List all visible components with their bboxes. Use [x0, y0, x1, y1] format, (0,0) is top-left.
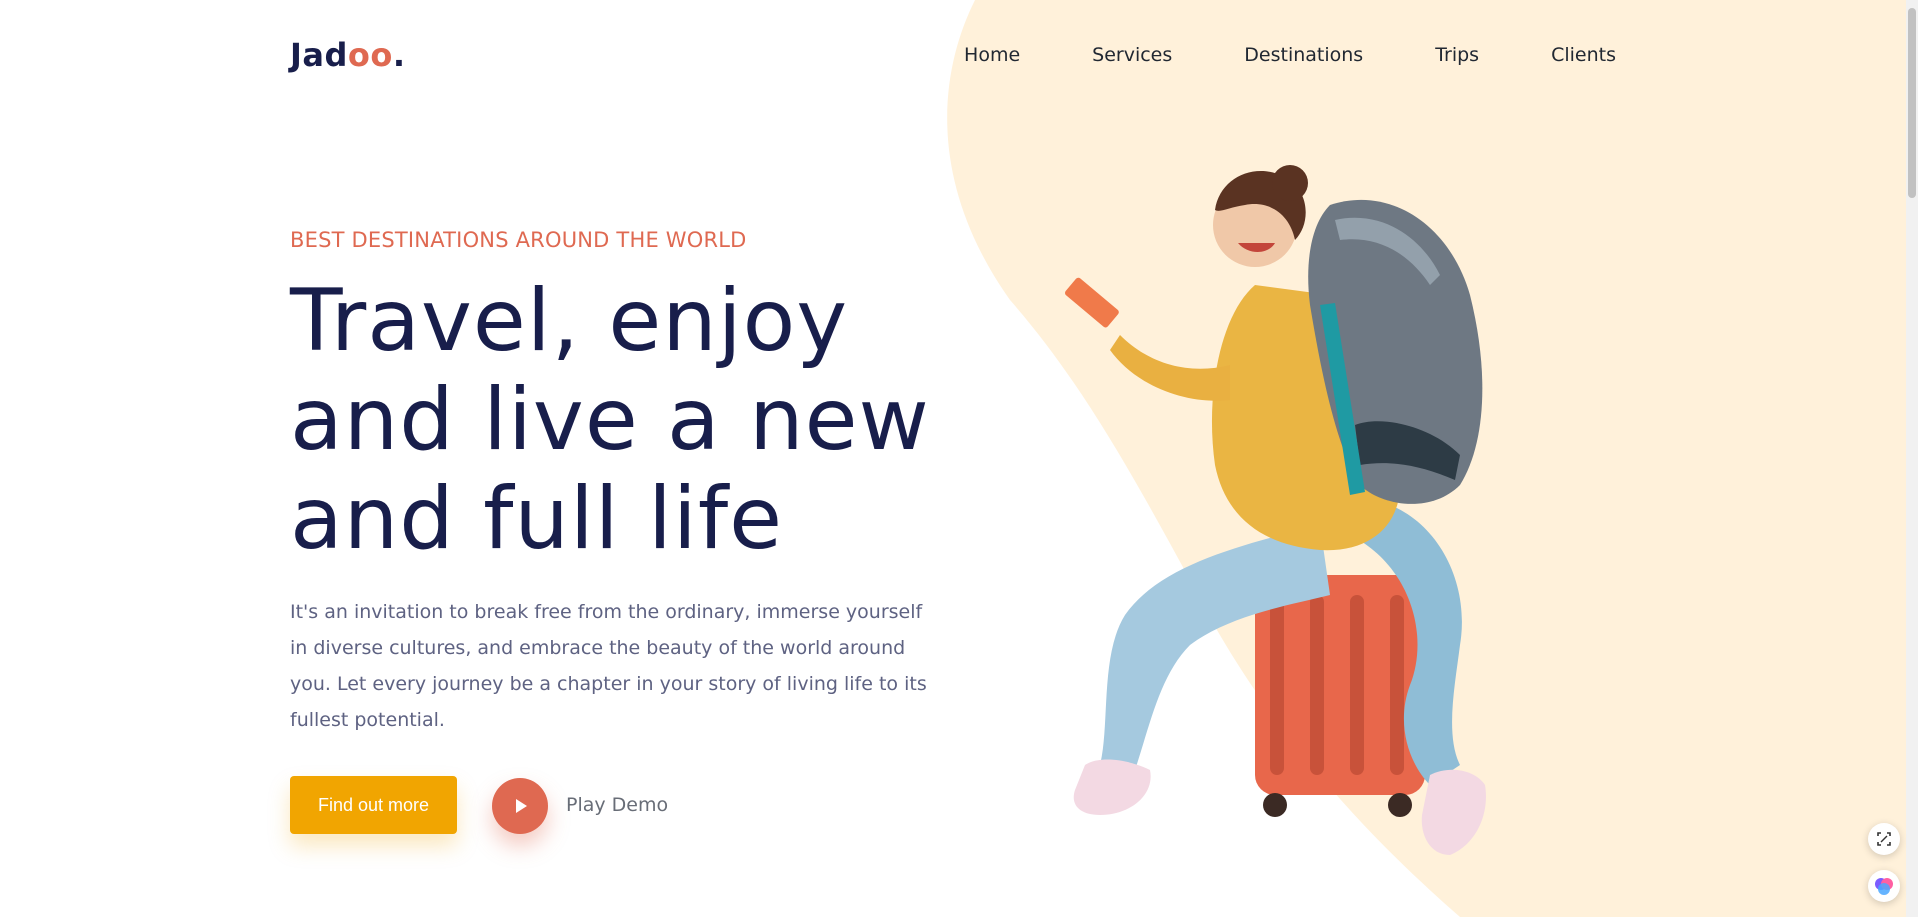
headline-line-1: Travel, enjoy [290, 271, 849, 371]
screenshot-tool-button[interactable] [1868, 823, 1900, 855]
assistant-button[interactable] [1868, 870, 1900, 902]
hero-description: It's an invitation to break free from th… [290, 601, 927, 731]
play-icon [516, 799, 527, 813]
brain-icon [1875, 878, 1893, 895]
find-out-more-button[interactable]: Find out more [290, 776, 457, 834]
play-demo-button[interactable] [492, 778, 548, 834]
page-scrollbar[interactable] [1906, 0, 1918, 917]
scrollbar-thumb[interactable] [1908, 8, 1916, 198]
nav-home[interactable]: Home [964, 44, 1020, 66]
brand-logo[interactable]: Jadoo. [290, 36, 406, 74]
hero-headline: Travel, enjoy and live a new and full li… [290, 272, 970, 569]
screenshot-icon [1877, 832, 1891, 846]
headline-line-3: and full life [290, 469, 784, 569]
main-nav: Home Services Destinations Trips Clients [964, 44, 1616, 66]
nav-clients[interactable]: Clients [1551, 44, 1616, 66]
traveler-illustration [1065, 165, 1486, 855]
hero-eyebrow: BEST DESTINATIONS AROUND THE WORLD [290, 228, 747, 252]
headline-line-2: and live a new [290, 370, 930, 470]
nav-services[interactable]: Services [1092, 44, 1172, 66]
play-demo-label[interactable]: Play Demo [566, 794, 668, 816]
nav-destinations[interactable]: Destinations [1244, 44, 1363, 66]
nav-trips[interactable]: Trips [1435, 44, 1479, 66]
